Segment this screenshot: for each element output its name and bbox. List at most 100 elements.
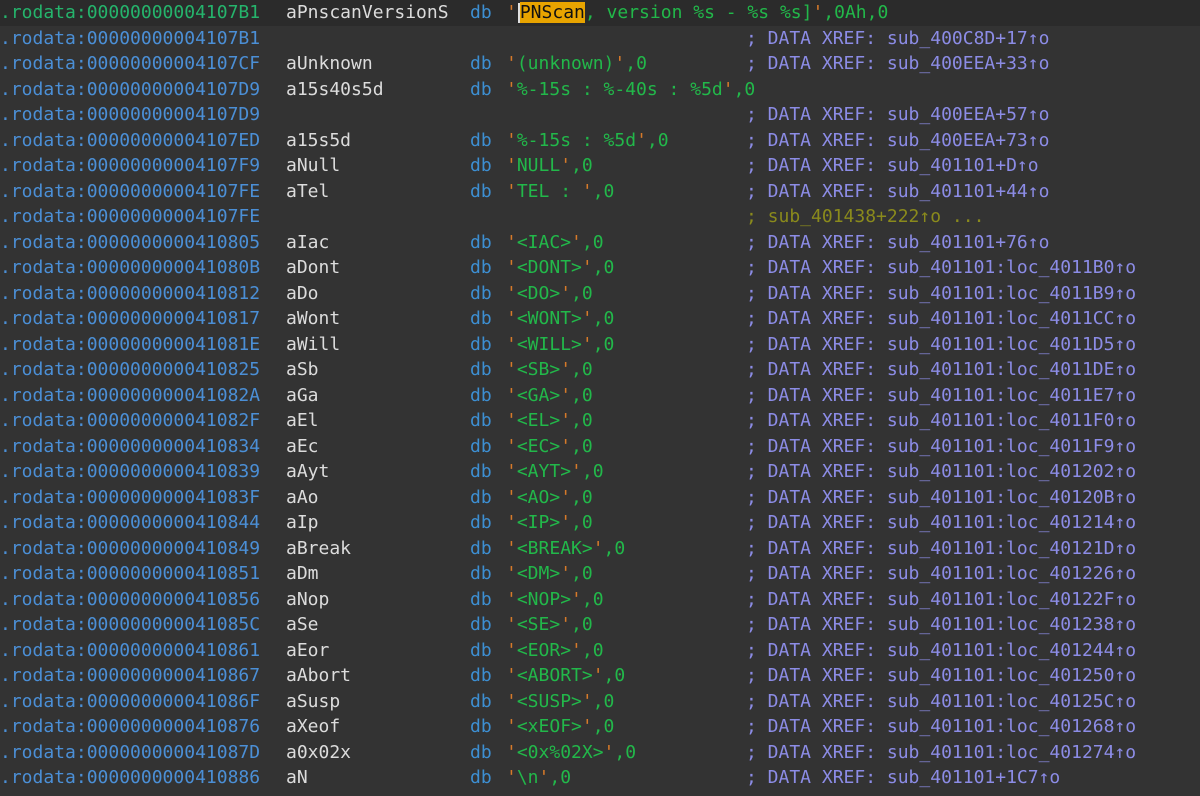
line-address[interactable]: .rodata:000000000041083F <box>0 485 260 511</box>
line-address[interactable]: .rodata:00000000004107B1 <box>0 0 260 26</box>
data-label[interactable]: a15s5d <box>286 128 351 154</box>
data-label[interactable]: aDm <box>286 561 319 587</box>
xref-comment[interactable]: ; DATA XREF: sub_401101:loc_4011E7↑o <box>746 383 1136 409</box>
data-label[interactable]: aAo <box>286 485 319 511</box>
listing-line[interactable]: .rodata:0000000000410812 aDo db '<DO>',0; D… <box>0 281 1200 307</box>
listing-line-current[interactable]: .rodata:00000000004107B1 aPnscanVersionS d… <box>0 0 1200 26</box>
string-operand[interactable]: 'TEL : ',0 <box>506 179 614 205</box>
line-address[interactable]: .rodata:000000000041087D <box>0 740 260 766</box>
data-label[interactable]: aTel <box>286 179 329 205</box>
xref-comment[interactable]: ; DATA XREF: sub_400C8D+17↑o <box>746 26 1049 52</box>
line-address[interactable]: .rodata:0000000000410849 <box>0 536 260 562</box>
listing-line[interactable]: .rodata:00000000004107D9 a15s40s5d db '%-15… <box>0 77 1200 103</box>
line-address[interactable]: .rodata:000000000041080B <box>0 255 260 281</box>
listing-line[interactable]: .rodata:0000000000410851 aDm db '<DM>',0; D… <box>0 561 1200 587</box>
data-label[interactable]: aPnscanVersionS <box>286 0 449 26</box>
data-label[interactable]: aAyt <box>286 459 329 485</box>
listing-line[interactable]: .rodata:0000000000410867 aAbort db '<ABORT>… <box>0 663 1200 689</box>
data-label[interactable]: aDo <box>286 281 319 307</box>
data-label[interactable]: aGa <box>286 383 319 409</box>
string-operand[interactable]: '<EOR>',0 <box>506 638 604 664</box>
listing-line[interactable]: .rodata:0000000000410856 aNop db '<NOP>',0;… <box>0 587 1200 613</box>
string-operand[interactable]: '<NOP>',0 <box>506 587 604 613</box>
xref-comment[interactable]: ; DATA XREF: sub_401101:loc_401202↑o <box>746 459 1136 485</box>
xref-comment[interactable]: ; DATA XREF: sub_401101:loc_40120B↑o <box>746 485 1136 511</box>
listing-line[interactable]: .rodata:000000000041080B aDont db '<DONT>',… <box>0 255 1200 281</box>
listing-line[interactable]: .rodata:00000000004107B1 ; DATA XREF: sub… <box>0 26 1200 52</box>
line-address[interactable]: .rodata:0000000000410856 <box>0 587 260 613</box>
data-label[interactable]: aIp <box>286 510 319 536</box>
xref-comment[interactable]: ; DATA XREF: sub_401101:loc_401226↑o <box>746 561 1136 587</box>
listing-line[interactable]: .rodata:0000000000410817 aWont db '<WONT>',… <box>0 306 1200 332</box>
xref-comment[interactable]: ; DATA XREF: sub_401101:loc_4011B0↑o <box>746 255 1136 281</box>
string-operand[interactable]: '\n',0 <box>506 765 571 791</box>
string-operand[interactable]: '<WONT>',0 <box>506 306 614 332</box>
data-label[interactable]: aUnknown <box>286 51 373 77</box>
xref-comment[interactable]: ; DATA XREF: sub_401101+44↑o <box>746 179 1049 205</box>
line-address[interactable]: .rodata:0000000000410876 <box>0 714 260 740</box>
string-operand[interactable]: '<BREAK>',0 <box>506 536 625 562</box>
listing-line[interactable]: .rodata:00000000004107F9 aNull db 'NULL',0;… <box>0 153 1200 179</box>
data-label[interactable]: aWont <box>286 306 340 332</box>
data-label[interactable]: aWill <box>286 332 340 358</box>
data-label[interactable]: aEl <box>286 408 319 434</box>
string-operand[interactable]: '<DO>',0 <box>506 281 593 307</box>
string-operand[interactable]: '<IAC>',0 <box>506 230 604 256</box>
line-address[interactable]: .rodata:0000000000410825 <box>0 357 260 383</box>
xref-comment[interactable]: ; DATA XREF: sub_401101:loc_4011F9↑o <box>746 434 1136 460</box>
line-address[interactable]: .rodata:00000000004107F9 <box>0 153 260 179</box>
xref-comment[interactable]: ; DATA XREF: sub_401101:loc_401268↑o <box>746 714 1136 740</box>
listing-line[interactable]: .rodata:000000000041086F aSusp db '<SUSP>',… <box>0 689 1200 715</box>
xref-comment[interactable]: ; DATA XREF: sub_401101:loc_401214↑o <box>746 510 1136 536</box>
xref-comment[interactable]: ; DATA XREF: sub_401101:loc_4011D5↑o <box>746 332 1136 358</box>
data-label[interactable]: aBreak <box>286 536 351 562</box>
line-address[interactable]: .rodata:0000000000410861 <box>0 638 260 664</box>
data-label[interactable]: aAbort <box>286 663 351 689</box>
xref-comment[interactable]: ; DATA XREF: sub_400EEA+57↑o <box>746 102 1049 128</box>
line-address[interactable]: .rodata:000000000041082A <box>0 383 260 409</box>
string-operand[interactable]: '<SUSP>',0 <box>506 689 614 715</box>
xref-comment[interactable]: ; DATA XREF: sub_401101:loc_4011B9↑o <box>746 281 1136 307</box>
string-operand[interactable]: '<ABORT>',0 <box>506 663 625 689</box>
listing-line[interactable]: .rodata:000000000041085C aSe db '<SE>',0; D… <box>0 612 1200 638</box>
xref-comment[interactable]: ; DATA XREF: sub_401101:loc_4011F0↑o <box>746 408 1136 434</box>
xref-comment[interactable]: ; DATA XREF: sub_400EEA+33↑o <box>746 51 1049 77</box>
data-label[interactable]: aNull <box>286 153 340 179</box>
data-label[interactable]: a15s40s5d <box>286 77 384 103</box>
data-label[interactable]: aSe <box>286 612 319 638</box>
xref-comment[interactable]: ; DATA XREF: sub_401101:loc_40122F↑o <box>746 587 1136 613</box>
data-label[interactable]: aIac <box>286 230 329 256</box>
listing-line[interactable]: .rodata:0000000000410861 aEor db '<EOR>',0;… <box>0 638 1200 664</box>
listing-line[interactable]: .rodata:00000000004107FE ; sub_401438+222… <box>0 204 1200 230</box>
data-label[interactable]: aNop <box>286 587 329 613</box>
string-operand[interactable]: '<SB>',0 <box>506 357 593 383</box>
line-address[interactable]: .rodata:00000000004107B1 <box>0 26 260 52</box>
listing-line[interactable]: .rodata:00000000004107ED a15s5d db '%-15s :… <box>0 128 1200 154</box>
string-operand[interactable]: '<AYT>',0 <box>506 459 604 485</box>
line-address[interactable]: .rodata:0000000000410805 <box>0 230 260 256</box>
string-operand[interactable]: '<xEOF>',0 <box>506 714 614 740</box>
xref-comment[interactable]: ; DATA XREF: sub_400EEA+73↑o <box>746 128 1049 154</box>
xref-comment[interactable]: ; DATA XREF: sub_401101:loc_40121D↑o <box>746 536 1136 562</box>
data-label[interactable]: aEor <box>286 638 329 664</box>
line-address[interactable]: .rodata:0000000000410834 <box>0 434 260 460</box>
listing-line[interactable]: .rodata:00000000004107D9 ; DATA XREF: sub… <box>0 102 1200 128</box>
xref-comment[interactable]: ; DATA XREF: sub_401101+1C7↑o <box>746 765 1060 791</box>
line-address[interactable]: .rodata:000000000041086F <box>0 689 260 715</box>
listing-line[interactable]: .rodata:000000000041087D a0x02x db '<0x%02X… <box>0 740 1200 766</box>
data-label[interactable]: aXeof <box>286 714 340 740</box>
listing-line[interactable]: .rodata:0000000000410849 aBreak db '<BREAK>… <box>0 536 1200 562</box>
line-address[interactable]: .rodata:0000000000410886 <box>0 765 260 791</box>
xref-comment[interactable]: ; DATA XREF: sub_401101:loc_401274↑o <box>746 740 1136 766</box>
data-label[interactable]: a0x02x <box>286 740 351 766</box>
line-address[interactable]: .rodata:00000000004107ED <box>0 128 260 154</box>
string-operand[interactable]: '<0x%02X>',0 <box>506 740 636 766</box>
string-operand[interactable]: '(unknown)',0 <box>506 51 647 77</box>
line-address[interactable]: .rodata:0000000000410839 <box>0 459 260 485</box>
line-address[interactable]: .rodata:00000000004107D9 <box>0 77 260 103</box>
data-label[interactable]: aN <box>286 765 308 791</box>
xref-comment[interactable]: ; DATA XREF: sub_401101+D↑o <box>746 153 1039 179</box>
xref-comment[interactable]: ; DATA XREF: sub_401101:loc_4011CC↑o <box>746 306 1136 332</box>
line-address[interactable]: .rodata:00000000004107D9 <box>0 102 260 128</box>
xref-comment[interactable]: ; DATA XREF: sub_401101:loc_401238↑o <box>746 612 1136 638</box>
